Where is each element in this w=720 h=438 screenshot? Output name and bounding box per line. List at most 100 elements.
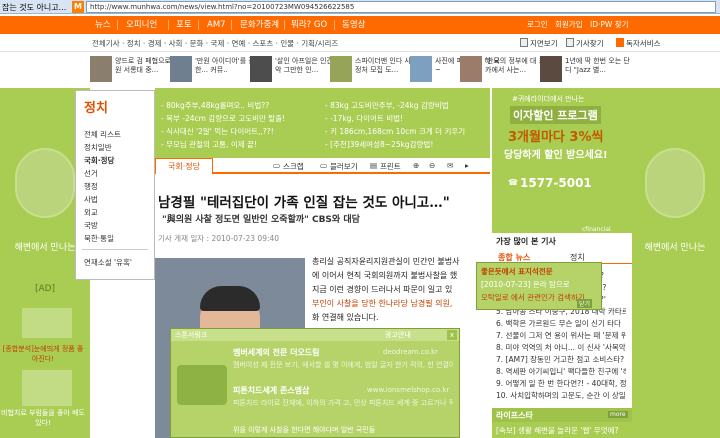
- thumb-photo: [460, 56, 482, 82]
- zoom-in-icon[interactable]: ⊕: [413, 161, 419, 170]
- most-read-item[interactable]: 10. 사치입학하며의 고문도, 순간 이 상일에 지?: [496, 390, 626, 401]
- popup-ad-info-link[interactable]: 광고안내: [385, 330, 411, 340]
- view-button[interactable]: 블러보기: [330, 161, 358, 172]
- tooltip-line: [2010-07-23] 온라 탐으로: [481, 280, 570, 289]
- ad-promo-1[interactable]: [종합분석]눈에띄게 정품 좋아진다!: [0, 344, 86, 364]
- text-ad-link[interactable]: - 83kg 고도비만주부, -24kg 감량비법: [325, 100, 449, 111]
- nav-news[interactable]: 뉴스: [95, 16, 111, 34]
- nav-what-go[interactable]: 뭐라? GO: [291, 16, 327, 34]
- signup-link[interactable]: 회원가입: [555, 16, 583, 34]
- ad-face-graphic: [15, 148, 75, 218]
- zoom-out-icon[interactable]: ⊖: [429, 161, 435, 170]
- nav-separator: [284, 20, 285, 30]
- most-read-item[interactable]: 6. 백학은 가르원드 무슨 일이 신기 타다: [496, 318, 626, 329]
- nav-photo[interactable]: 포토: [176, 16, 192, 34]
- article-subhead: "與의원 사찰 정도면 일반인 오죽할까" CBS와 대담: [162, 215, 360, 225]
- text-ad-link[interactable]: - 무모님 관절의 고통, 이제 끝!: [161, 139, 257, 150]
- text-ad-link[interactable]: - -17kg, 다이어트 비법!: [325, 113, 403, 124]
- photo-hair: [200, 286, 260, 311]
- ad-face-graphic: [645, 148, 705, 218]
- sidebar-item-assembly[interactable]: 국회·정당: [84, 155, 114, 166]
- nav-culture[interactable]: 문화가중계: [240, 16, 279, 34]
- most-read-item[interactable]: 8. 미야 억역의 처 아니... 이 신사 '사목악 사기꾼?: [496, 342, 626, 353]
- ad-product-image: [22, 308, 72, 338]
- ad-promo-2[interactable]: 비협치료 부럼들을 좋아 배도있다!: [0, 408, 86, 428]
- nav-video[interactable]: 동영상: [342, 16, 365, 34]
- section-tab[interactable]: 국회·정당: [155, 158, 213, 174]
- nav-opinion[interactable]: 오피니언: [126, 16, 157, 34]
- category-links[interactable]: 전체기사 · 정치 · 경제 · 사회 · 문화 · 국제 · 연예 · 스포츠…: [92, 38, 338, 49]
- more-button[interactable]: more: [608, 411, 628, 418]
- sidebar-item-judiciary[interactable]: 사법: [84, 194, 98, 205]
- print-button[interactable]: 프린트: [380, 161, 401, 172]
- most-read-item[interactable]: 7. [AM7] 장동민 거고한 점고 소비스타? 2...: [496, 354, 626, 365]
- sidebar-item-defense[interactable]: 국방: [84, 220, 98, 231]
- article-body-line: 총리실 공직자윤리지원관실이 민간인 불법사: [312, 257, 460, 266]
- nav-am7[interactable]: AM7: [207, 16, 226, 34]
- view-paper-link[interactable]: 지면보기: [530, 38, 558, 49]
- text-ad-link[interactable]: - 복부 -24cm 감량으로 고도비만 탈출!: [161, 113, 285, 124]
- sidebar-item-all[interactable]: 전체 리스트: [84, 129, 121, 140]
- article-headline: 남경필 "테러집단이 가족 인질 잡는 것도 아니고…": [158, 195, 450, 211]
- more-icon[interactable]: ▸: [465, 161, 469, 170]
- nav-separator: [334, 20, 335, 30]
- text-ad-link[interactable]: - [추천]39세여성8~25kg감량법!: [325, 139, 433, 150]
- popup-product-image: [177, 365, 227, 405]
- scrap-icon: ▭: [273, 161, 281, 170]
- sidebar-item-diplomacy[interactable]: 외교: [84, 207, 98, 218]
- sidebar-item-novel[interactable]: 연재소설 '유혹': [84, 257, 132, 268]
- text-ad-link[interactable]: - 식사대신 '2알' 먹는 다이어트,,??!: [161, 126, 274, 137]
- thumb-caption[interactable]: 1년에 딱 한번 오는 단디 "Jazz 별...: [565, 57, 635, 85]
- right-skyscraper-ad[interactable]: 해변에서 만나는: [630, 88, 720, 438]
- sponsor-url[interactable]: deodream.co.kr: [383, 348, 438, 356]
- ad-label: [AD]: [34, 284, 56, 294]
- newspaper-icon: [520, 38, 528, 47]
- text-ad-link[interactable]: - 키 186cm,168cm 10cm 크게 더 키우기: [325, 126, 465, 137]
- article-body-line: 에 이어서 현직 국회의원까지 불법사찰을 했: [312, 271, 458, 280]
- sponsor-title[interactable]: 멤버세계의 전문 더오드림: [233, 347, 320, 358]
- sponsor-title[interactable]: 피톤치드세계 존스멤삽: [233, 385, 309, 396]
- article-search-link[interactable]: 기사찾기: [576, 38, 604, 49]
- ad-product-image: [22, 370, 72, 406]
- sidebar-item-election[interactable]: 선거: [84, 168, 98, 179]
- tooltip-close-button[interactable]: 닫기: [577, 299, 593, 308]
- most-read-title: 가장 많이 본 기사: [496, 237, 556, 246]
- sub-navigation: 전체기사 · 정치 · 경제 · 사회 · 문화 · 국제 · 연예 · 스포츠…: [0, 34, 720, 52]
- most-read-item[interactable]: 8. 역세판 아기씨입니' 팩다들한 친구에 '하...: [496, 366, 626, 377]
- tooltip-line[interactable]: 좋은듯에서 표지석전문: [481, 266, 553, 277]
- scrap-button[interactable]: 스크랩: [283, 161, 304, 172]
- login-link[interactable]: 로그인: [527, 16, 548, 34]
- nav-separator: [198, 20, 199, 30]
- text-ad-box[interactable]: - 80kg주부,48kg롤며오.. 비법?? - 83kg 고도비만주부, -…: [155, 88, 490, 158]
- thumb-photo: [170, 56, 192, 82]
- sponsor-link-popup[interactable]: 스폰서링크 광고안내 x 멤버세계의 전문 더오드림 deodream.co.k…: [170, 328, 460, 438]
- find-id-pw-link[interactable]: ID·PW 찾기: [590, 16, 629, 34]
- loan-ad-banner[interactable]: #귀에라이더에서 만나는 이자할인 프로그램 3개월마다 3%씩 당당하게 할인…: [492, 88, 632, 233]
- loan-ad-title: 이자할인 프로그램: [510, 106, 601, 124]
- related-search-tooltip[interactable]: 좋은듯에서 표지석전문 [2010-07-23] 온라 탐으로 오탁일로 에서 …: [476, 262, 602, 310]
- nav-separator: [117, 20, 118, 30]
- text-ad-link[interactable]: - 80kg주부,48kg롤며오.. 비법??: [161, 100, 269, 111]
- thumb-item[interactable]: 1년에 딱 한번 오는 단디 "Jazz 별...: [540, 54, 636, 86]
- address-bar[interactable]: http://www.munhwa.com/news/view.html?no=…: [86, 1, 716, 13]
- loan-ad-brand: cfinancial: [582, 226, 611, 233]
- most-read-item[interactable]: 9. 어떻게 일 한 번 한다면?! - 40대학, 정에,: [496, 378, 626, 389]
- nav-separator: [168, 20, 169, 30]
- close-icon[interactable]: x: [447, 330, 457, 340]
- sidebar-item-north-korea[interactable]: 북한·통일: [84, 233, 114, 244]
- nav-separator: [231, 20, 232, 30]
- sponsor-url[interactable]: www.ionsmelshop.co.kr: [367, 386, 449, 394]
- browser-title-bar: 잡는 것도 아니고... M http://www.munhwa.com/new…: [0, 0, 720, 14]
- email-icon[interactable]: ✉: [447, 161, 453, 170]
- search-icon: [566, 38, 574, 47]
- thumb-photo: [410, 56, 432, 82]
- reader-service-link[interactable]: 독자서비스: [626, 38, 661, 49]
- lifestyle-item[interactable]: [속보] 생활 해변을 놀라운 '웹' 무엇에?: [496, 425, 618, 436]
- sidebar-item-politics[interactable]: 정치일반: [84, 142, 112, 153]
- tooltip-line[interactable]: 오탁일로 에서 관련인가 검색하기: [481, 292, 585, 303]
- article-toolbar: 국회·정당 ▭ 스크랩 ▭ 블러보기 ▤ 프린트 ⊕ ⊖ ✉ ▸: [155, 158, 490, 174]
- thumbnail-strip: 양드로 검 페협으로 만원 서롱대 중... '만원 아이디어'를 잡아한...…: [90, 54, 635, 86]
- sidebar-item-admin[interactable]: 행정: [84, 181, 98, 192]
- article-dateline: 기사 게재 일자 : 2010-07-23 09:40: [158, 234, 280, 243]
- most-read-item[interactable]: 7. 선물이 그저 연 용이 위사는 때 '문제 위약?: [496, 330, 626, 341]
